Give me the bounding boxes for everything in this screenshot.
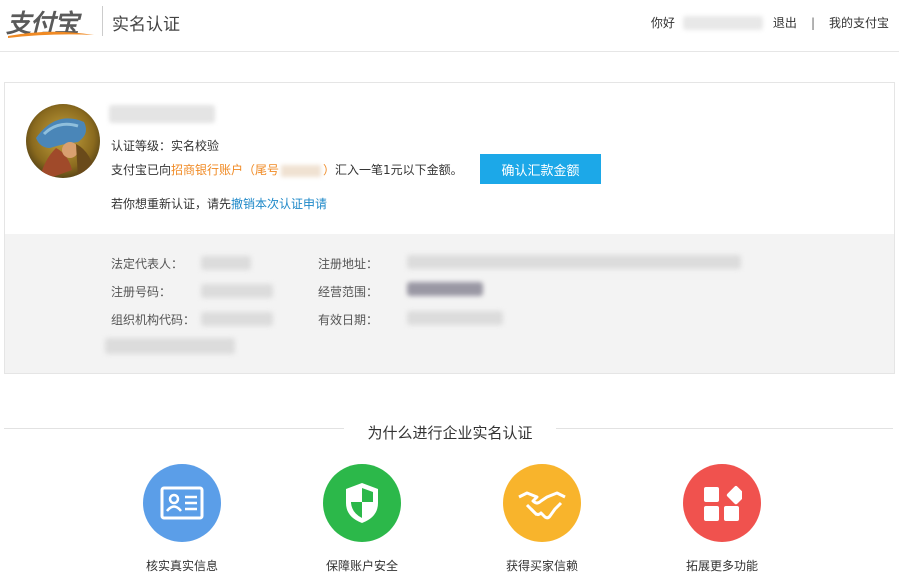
remit-info: 支付宝已向招商银行账户（尾号 ）汇入一笔1元以下金额。 bbox=[111, 161, 463, 178]
handshake-icon bbox=[503, 464, 581, 542]
header: 支付宝 实名认证 你好 退出 | 我的支付宝 bbox=[0, 0, 899, 52]
valid-date-label: 有效日期： bbox=[318, 313, 379, 327]
blurred-extra-info bbox=[105, 338, 235, 354]
alipay-logo[interactable]: 支付宝 bbox=[6, 4, 94, 40]
feature-label: 获得买家信赖 bbox=[505, 559, 578, 573]
legal-rep-label: 法定代表人： bbox=[111, 257, 184, 271]
business-scope-value bbox=[407, 282, 483, 296]
org-code-value bbox=[201, 312, 273, 326]
feature-verify-info: 核实真实信息 bbox=[122, 464, 242, 574]
redo-prefix: 若你想重新认证，请先 bbox=[111, 197, 232, 211]
logo-divider bbox=[102, 6, 103, 36]
feature-account-security: 保障账户安全 bbox=[302, 464, 422, 574]
redo-info: 若你想重新认证，请先撤销本次认证申请 bbox=[111, 195, 327, 212]
shield-icon bbox=[323, 464, 401, 542]
company-info-panel: 法定代表人： 注册地址： 注册号码： 经营范围： 组织机构代码： 有效日期： bbox=[5, 234, 894, 373]
valid-date-value bbox=[407, 311, 503, 325]
page-title: 实名认证 bbox=[112, 15, 180, 35]
blurred-username bbox=[682, 15, 763, 30]
avatar bbox=[26, 104, 100, 178]
feature-label: 核实真实信息 bbox=[145, 559, 218, 573]
reg-address-value bbox=[407, 255, 741, 269]
cert-level-text: 认证等级：实名校验 bbox=[111, 139, 220, 153]
divider-right bbox=[556, 428, 893, 429]
reg-number-label: 注册号码： bbox=[111, 285, 172, 299]
verification-card: 认证等级：实名校验 支付宝已向招商银行账户（尾号 ）汇入一笔1元以下金额。 确认汇… bbox=[4, 82, 895, 374]
remit-prefix: 支付宝已向 bbox=[111, 163, 172, 177]
remit-bank-close: ） bbox=[323, 163, 336, 177]
remit-bank: 招商银行账户（尾号 bbox=[171, 163, 280, 177]
reg-address-label: 注册地址： bbox=[318, 257, 379, 271]
id-card-icon bbox=[143, 464, 221, 542]
divider-left bbox=[4, 428, 344, 429]
feature-label: 拓展更多功能 bbox=[685, 559, 758, 573]
logo-swoosh-icon bbox=[8, 31, 94, 38]
business-scope-label: 经营范围： bbox=[318, 285, 379, 299]
my-alipay-link[interactable]: 我的支付宝 bbox=[829, 14, 889, 31]
apps-icon bbox=[683, 464, 761, 542]
legal-rep-value bbox=[201, 256, 251, 270]
nav-separator: | bbox=[810, 15, 815, 30]
feature-label: 保障账户安全 bbox=[325, 559, 398, 573]
reg-number-value bbox=[201, 284, 273, 298]
blurred-card-tail bbox=[281, 164, 322, 177]
top-nav: 你好 退出 | 我的支付宝 bbox=[651, 14, 889, 31]
logout-link[interactable]: 退出 bbox=[773, 14, 797, 31]
cancel-application-link[interactable]: 撤销本次认证申请 bbox=[231, 197, 327, 211]
remit-suffix: 汇入一笔1元以下金额。 bbox=[335, 163, 463, 177]
greeting-text: 你好 bbox=[650, 16, 675, 30]
blurred-company-name bbox=[109, 105, 215, 123]
feature-buyer-trust: 获得买家信赖 bbox=[482, 464, 602, 574]
why-title: 为什么进行企业实名认证 bbox=[367, 424, 533, 442]
feature-more-functions: 拓展更多功能 bbox=[662, 464, 782, 574]
confirm-amount-button[interactable]: 确认汇款金额 bbox=[480, 154, 601, 184]
org-code-label: 组织机构代码： bbox=[111, 313, 196, 327]
